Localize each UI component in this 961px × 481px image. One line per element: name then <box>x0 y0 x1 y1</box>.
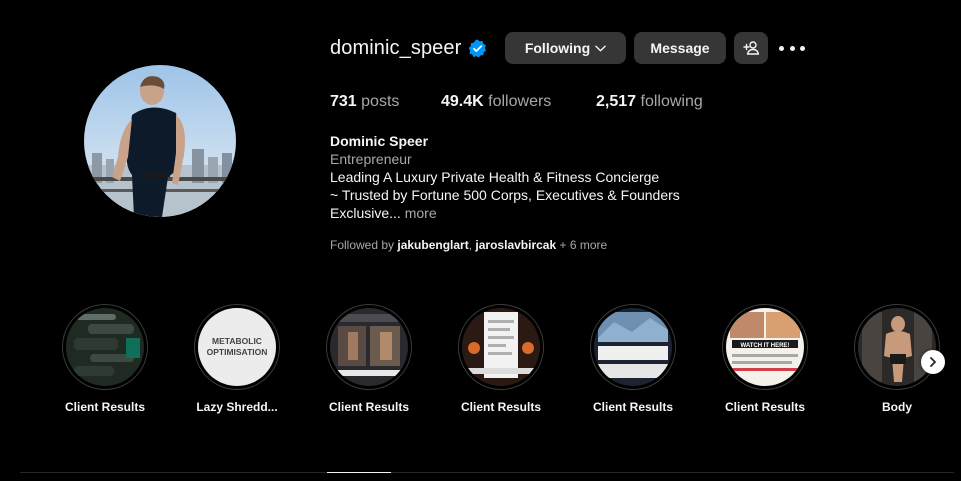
suggested-accounts-button[interactable] <box>734 32 768 64</box>
highlight-label: Client Results <box>328 400 409 414</box>
chevron-right-icon <box>930 357 936 367</box>
bio-line-2: ~ Trusted by Fortune 500 Corps, Executiv… <box>330 187 680 203</box>
posts-number: 731 <box>330 93 357 110</box>
full-name: Dominic Speer <box>330 133 429 149</box>
followers-label: followers <box>488 93 552 110</box>
tabs-divider <box>20 472 954 473</box>
bio-line-3-wrap: Exclusive... more <box>330 204 680 222</box>
highlight-cover-text: WATCH IT HERE! <box>741 343 790 349</box>
highlight-cover <box>458 304 544 390</box>
story-highlight[interactable]: METABOLIC OPTIMISATION Lazy Shredd... <box>177 304 297 414</box>
following-text: following <box>640 93 703 110</box>
following-label: Following <box>524 40 591 56</box>
followed-by-user-2[interactable]: jaroslavbircak <box>475 238 556 252</box>
story-highlight[interactable]: Client Results <box>309 304 429 414</box>
profile-avatar[interactable] <box>84 65 236 217</box>
highlight-cover <box>854 304 940 390</box>
category-label: Entrepreneur <box>330 151 412 167</box>
bio-more-link[interactable]: more <box>405 205 437 221</box>
posts-label: posts <box>361 93 400 110</box>
followed-by-more[interactable]: + 6 more <box>559 238 607 252</box>
highlight-thumbnail <box>66 308 144 386</box>
message-button[interactable]: Message <box>634 32 726 64</box>
verified-badge-icon <box>469 38 487 58</box>
bio-line-3: Exclusive... <box>330 205 401 221</box>
story-highlight[interactable]: Client Results <box>573 304 693 414</box>
highlight-cover <box>326 304 412 390</box>
highlight-cover: METABOLIC OPTIMISATION <box>194 304 280 390</box>
highlight-cover: WATCH IT HERE! <box>722 304 808 390</box>
followed-by-user-1[interactable]: jakubenglart <box>397 238 468 252</box>
following-number: 2,517 <box>596 93 637 110</box>
profile-bio: Dominic Speer Entrepreneur Leading A Lux… <box>330 132 680 222</box>
highlight-label: Client Results <box>460 400 541 414</box>
story-highlight[interactable]: Client Results <box>45 304 165 414</box>
highlight-label: Body <box>882 400 912 414</box>
followers-link[interactable]: 49.4K followers <box>441 93 551 111</box>
highlight-label: Lazy Shredd... <box>196 400 278 414</box>
active-tab-indicator <box>327 472 391 473</box>
username-row: dominic_speer <box>330 32 487 64</box>
followers-number: 49.4K <box>441 93 484 110</box>
story-highlight[interactable]: Client Results <box>441 304 561 414</box>
highlights-next-button[interactable] <box>921 350 945 374</box>
highlight-label: Client Results <box>64 400 145 414</box>
highlight-thumbnail <box>330 308 408 386</box>
more-options-icon[interactable] <box>779 38 805 58</box>
highlight-thumbnail: METABOLIC OPTIMISATION <box>198 308 276 386</box>
highlight-cover <box>62 304 148 390</box>
highlight-cover <box>590 304 676 390</box>
highlight-thumbnail: WATCH IT HERE! <box>726 308 804 386</box>
highlight-label: Client Results <box>592 400 673 414</box>
followed-by-separator: , <box>468 238 473 252</box>
following-link[interactable]: 2,517 following <box>596 93 703 111</box>
highlight-cover-line-1: METABOLIC <box>212 336 262 346</box>
highlight-thumbnail <box>462 308 540 386</box>
posts-count: 731 posts <box>330 93 399 111</box>
message-label: Message <box>650 40 710 56</box>
following-button[interactable]: Following <box>505 32 626 64</box>
followed-by-prefix: Followed by <box>330 238 395 252</box>
add-person-icon <box>743 41 759 55</box>
avatar-photo <box>84 65 236 217</box>
story-highlight[interactable]: WATCH IT HERE! Client Results <box>705 304 825 414</box>
highlight-label: Client Results <box>724 400 805 414</box>
chevron-down-icon <box>595 45 606 51</box>
highlight-thumbnail <box>594 308 672 386</box>
highlight-thumbnail <box>858 308 936 386</box>
bio-line-1: Leading A Luxury Private Health & Fitnes… <box>330 169 660 185</box>
followed-by: Followed by jakubenglart, jaroslavbircak… <box>330 238 607 252</box>
highlight-cover-line-2: OPTIMISATION <box>207 347 268 357</box>
username: dominic_speer <box>330 36 462 59</box>
